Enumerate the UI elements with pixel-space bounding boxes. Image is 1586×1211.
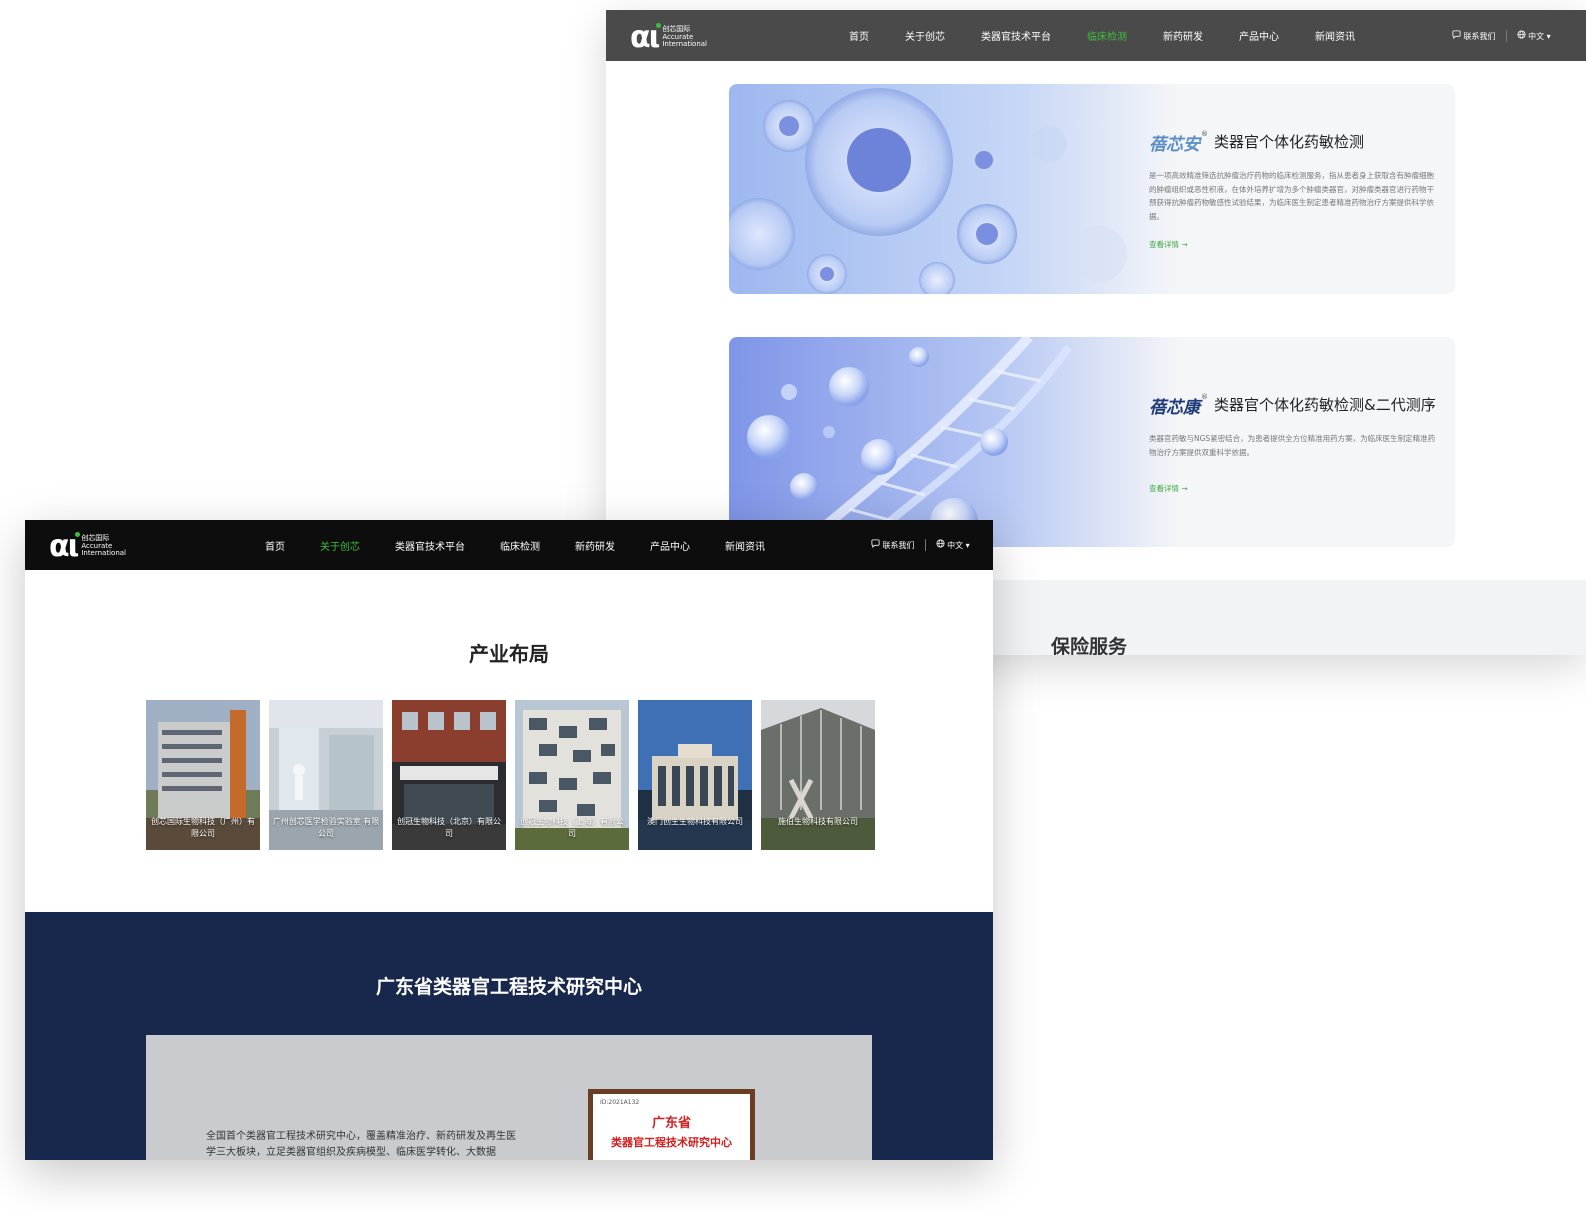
- nav-item-news[interactable]: 新闻资讯: [725, 538, 765, 553]
- company-tile-shibo[interactable]: 施伯生物科技有限公司: [761, 700, 875, 850]
- front-logo[interactable]: αι 创芯国际 Accurate International: [49, 529, 126, 564]
- plaque-id: ID:2021A132: [600, 1099, 640, 1106]
- card-body: 蓓芯安 ® 类器官个体化药敏检测 是一项高效精准筛选抗肿瘤治疗药物的临床检测服务…: [1149, 130, 1441, 251]
- nav-item-drug-rd[interactable]: 新药研发: [575, 538, 615, 553]
- chat-icon: [1452, 29, 1461, 39]
- globe-icon: [1517, 29, 1526, 39]
- contact-label: 联系我们: [882, 541, 915, 550]
- brand-name: 蓓芯康: [1149, 398, 1200, 418]
- canvas: αι 创芯国际 Accurate International 首页 关于创芯 类…: [0, 0, 1586, 1211]
- industry-tiles: 创芯国际生物科技（广州）有限公司 广州创芯医学检验实验室 有限公司 创冠生物科技…: [146, 700, 884, 850]
- plaque-line2: 类器官工程技术研究中心: [611, 1136, 732, 1149]
- card-description: 类器官药敏与NGS紧密结合，为患者提供全方位精准用药方案，为临床医生制定精准药物…: [1149, 434, 1436, 457]
- view-details-link[interactable]: 查看详情 →: [1149, 483, 1188, 494]
- company-name: 创冠生物科技（上海）有限公司: [520, 817, 624, 838]
- industry-title: 产业布局: [469, 642, 549, 666]
- nav-item-about[interactable]: 关于创芯: [905, 28, 945, 43]
- product-card-beixinan[interactable]: 蓓芯安 ® 类器官个体化药敏检测 是一项高效精准筛选抗肿瘤治疗药物的临床检测服务…: [729, 84, 1455, 294]
- language-label: 中文: [947, 541, 964, 550]
- company-name: 澳门创生生物科技有限公司: [647, 817, 743, 826]
- logo-mark-icon: αι: [630, 20, 661, 55]
- company-tile-shanghai[interactable]: 创冠生物科技（上海）有限公司: [515, 700, 629, 850]
- contact-link[interactable]: 联系我们: [1452, 29, 1496, 42]
- nav-item-products[interactable]: 产品中心: [1239, 28, 1279, 43]
- card-body: 蓓芯康 ® 类器官个体化药敏检测&二代测序 类器官药敏与NGS紧密结合，为患者提…: [1149, 393, 1441, 495]
- back-nav-right: 联系我们 中文 ▾: [1452, 10, 1551, 61]
- front-navbar: αι 创芯国际 Accurate International 首页 关于创芯 类…: [25, 520, 993, 570]
- nav-item-drug-rd[interactable]: 新药研发: [1163, 28, 1203, 43]
- back-logo[interactable]: αι 创芯国际 Accurate International: [630, 20, 707, 55]
- chevron-down-icon: ▾: [1546, 31, 1551, 41]
- nav-item-home[interactable]: 首页: [849, 28, 869, 43]
- logo-text: 创芯国际 Accurate International: [81, 534, 126, 558]
- contact-label: 联系我们: [1463, 31, 1496, 41]
- nav-item-news[interactable]: 新闻资讯: [1315, 28, 1355, 43]
- view-details-link[interactable]: 查看详情 →: [1149, 239, 1188, 250]
- logo-mark-icon: αι: [49, 529, 80, 564]
- chat-icon: [871, 539, 880, 549]
- nav-item-clinical[interactable]: 临床检测: [1087, 28, 1127, 43]
- company-tile-macau[interactable]: 澳门创生生物科技有限公司: [638, 700, 752, 850]
- nav-item-clinical[interactable]: 临床检测: [500, 538, 540, 553]
- language-select[interactable]: 中文 ▾: [936, 539, 970, 551]
- brand-name: 蓓芯安: [1149, 135, 1200, 155]
- globe-icon: [936, 539, 945, 548]
- front-nav-menu: 首页 关于创芯 类器官技术平台 临床检测 新药研发 产品中心 新闻资讯: [265, 520, 800, 570]
- nav-item-home[interactable]: 首页: [265, 538, 285, 553]
- research-center-section: 广东省类器官工程技术研究中心 全国首个类器官工程技术研究中心，覆盖精准治疗、新药…: [25, 912, 993, 1160]
- language-label: 中文: [1528, 31, 1545, 41]
- front-window: αι 创芯国际 Accurate International 首页 关于创芯 类…: [25, 520, 993, 1160]
- language-select[interactable]: 中文 ▾: [1517, 29, 1551, 42]
- registered-mark: ®: [1201, 393, 1208, 401]
- contact-link[interactable]: 联系我们: [871, 539, 915, 551]
- card-title: 类器官个体化药敏检测: [1214, 133, 1365, 151]
- certificate-plaque: ID:2021A132 广东省 类器官工程技术研究中心: [588, 1089, 755, 1160]
- plaque-line1: 广东省: [651, 1116, 691, 1131]
- research-center-title: 广东省类器官工程技术研究中心: [375, 976, 642, 998]
- insurance-section-title: 保险服务: [1051, 636, 1128, 655]
- card-title: 类器官个体化药敏检测&二代测序: [1214, 396, 1436, 414]
- company-tile-guangzhou[interactable]: 创芯国际生物科技（广州）有限公司: [146, 700, 260, 850]
- dna-illustration: [729, 337, 1179, 547]
- back-nav-menu: 首页 关于创芯 类器官技术平台 临床检测 新药研发 产品中心 新闻资讯: [849, 10, 1391, 61]
- chevron-down-icon: ▾: [965, 541, 970, 550]
- nav-item-products[interactable]: 产品中心: [650, 538, 690, 553]
- logo-text: 创芯国际 Accurate International: [662, 25, 707, 49]
- front-nav-right: 联系我们 中文 ▾: [871, 520, 970, 570]
- research-center-banner: 全国首个类器官工程技术研究中心，覆盖精准治疗、新药研发及再生医学三大板块，立足类…: [146, 1035, 872, 1160]
- nav-item-platform[interactable]: 类器官技术平台: [981, 28, 1051, 43]
- nav-item-platform[interactable]: 类器官技术平台: [395, 538, 465, 553]
- company-name: 施伯生物科技有限公司: [778, 817, 858, 826]
- product-card-beixinkang[interactable]: 蓓芯康 ® 类器官个体化药敏检测&二代测序 类器官药敏与NGS紧密结合，为患者提…: [729, 337, 1455, 547]
- company-name: 创冠生物科技（北京）有限公司: [397, 817, 501, 838]
- registered-mark: ®: [1201, 130, 1208, 138]
- company-tile-beijing[interactable]: 创冠生物科技（北京）有限公司: [392, 700, 506, 850]
- company-name: 广州创芯医学检验实验室 有限公司: [272, 817, 380, 838]
- back-navbar: αι 创芯国际 Accurate International 首页 关于创芯 类…: [606, 10, 1586, 61]
- card-description: 是一项高效精准筛选抗肿瘤治疗药物的临床检测服务，指从患者身上获取含有肿瘤细胞的肿…: [1149, 171, 1434, 221]
- company-name: 创芯国际生物科技（广州）有限公司: [151, 817, 255, 838]
- company-tile-lab[interactable]: 广州创芯医学检验实验室 有限公司: [269, 700, 383, 850]
- cells-illustration: [729, 84, 1179, 294]
- nav-item-about[interactable]: 关于创芯: [320, 538, 360, 553]
- research-center-description: 全国首个类器官工程技术研究中心，覆盖精准治疗、新药研发及再生医学三大板块，立足类…: [206, 1131, 516, 1158]
